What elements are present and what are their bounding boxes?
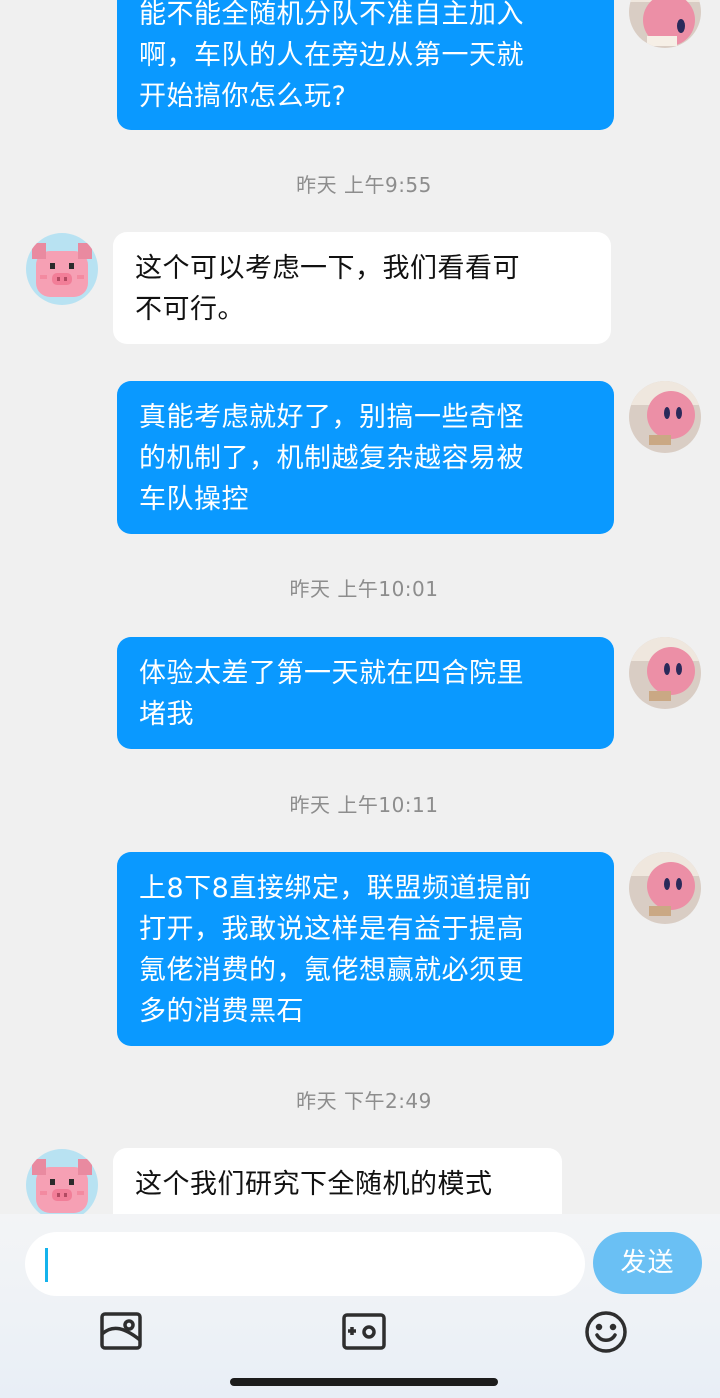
message-line: 打开，我敢说这样是有益于提高 (139, 914, 524, 945)
timestamp: 昨天 上午10:01 (289, 577, 439, 601)
message-bubble-sent[interactable]: 体验太差了第一天就在四合院里 堵我 (117, 637, 614, 749)
message-line: 这个我们研究下全随机的模式 (135, 1169, 493, 1200)
my-avatar[interactable] (629, 381, 701, 453)
my-avatar[interactable] (629, 852, 701, 924)
timestamp: 昨天 上午10:11 (289, 793, 439, 817)
message-line: 真能考虑就好了，别搞一些奇怪 (139, 402, 524, 433)
home-indicator[interactable] (230, 1378, 498, 1386)
message-line: 氪佬消费的，氪佬想赢就必须更 (139, 955, 524, 986)
message-line: 啊，车队的人在旁边从第一天就 (139, 40, 524, 71)
pig-avatar[interactable] (26, 233, 98, 305)
image-icon[interactable] (99, 1310, 145, 1354)
message-line: 车队操控 (139, 484, 249, 515)
pig-avatar[interactable] (26, 1149, 98, 1214)
message-line: 这个可以考虑一下，我们看看可 (135, 253, 520, 284)
send-button[interactable]: 发送 (593, 1232, 702, 1294)
message-input[interactable] (25, 1232, 585, 1296)
emoji-icon[interactable] (584, 1310, 630, 1354)
message-line: 开始搞你怎么玩? (139, 81, 347, 112)
my-avatar[interactable] (629, 637, 701, 709)
message-bubble-sent[interactable]: 上8下8直接绑定，联盟频道提前 打开，我敢说这样是有益于提高 氪佬消费的，氪佬想… (117, 852, 614, 1046)
message-line: 多的消费黑石 (139, 996, 304, 1027)
camera-icon[interactable] (341, 1310, 387, 1354)
message-line: 的机制了，机制越复杂越容易被 (139, 443, 524, 474)
message-line: 上8下8直接绑定，联盟频道提前 (139, 873, 532, 904)
message-bubble-sent[interactable]: 能不能全随机分队不准自主加入 啊，车队的人在旁边从第一天就 开始搞你怎么玩? (117, 0, 614, 130)
my-avatar[interactable] (629, 0, 701, 48)
message-bubble-received[interactable]: 这个我们研究下全随机的模式 (113, 1148, 562, 1214)
composer-panel: 发送 (0, 1214, 720, 1398)
message-line: 不可行。 (135, 294, 245, 325)
timestamp: 昨天 上午9:55 (296, 173, 432, 197)
message-bubble-sent[interactable]: 真能考虑就好了，别搞一些奇怪 的机制了，机制越复杂越容易被 车队操控 (117, 381, 614, 534)
message-line: 体验太差了第一天就在四合院里 (139, 658, 524, 689)
message-line: 能不能全随机分队不准自主加入 (139, 0, 524, 30)
text-caret (45, 1248, 48, 1282)
message-line: 堵我 (139, 699, 194, 730)
timestamp: 昨天 下午2:49 (296, 1089, 432, 1113)
chat-area[interactable]: 能不能全随机分队不准自主加入 啊，车队的人在旁边从第一天就 开始搞你怎么玩? 昨… (0, 0, 720, 1214)
message-bubble-received[interactable]: 这个可以考虑一下，我们看看可 不可行。 (113, 232, 611, 344)
